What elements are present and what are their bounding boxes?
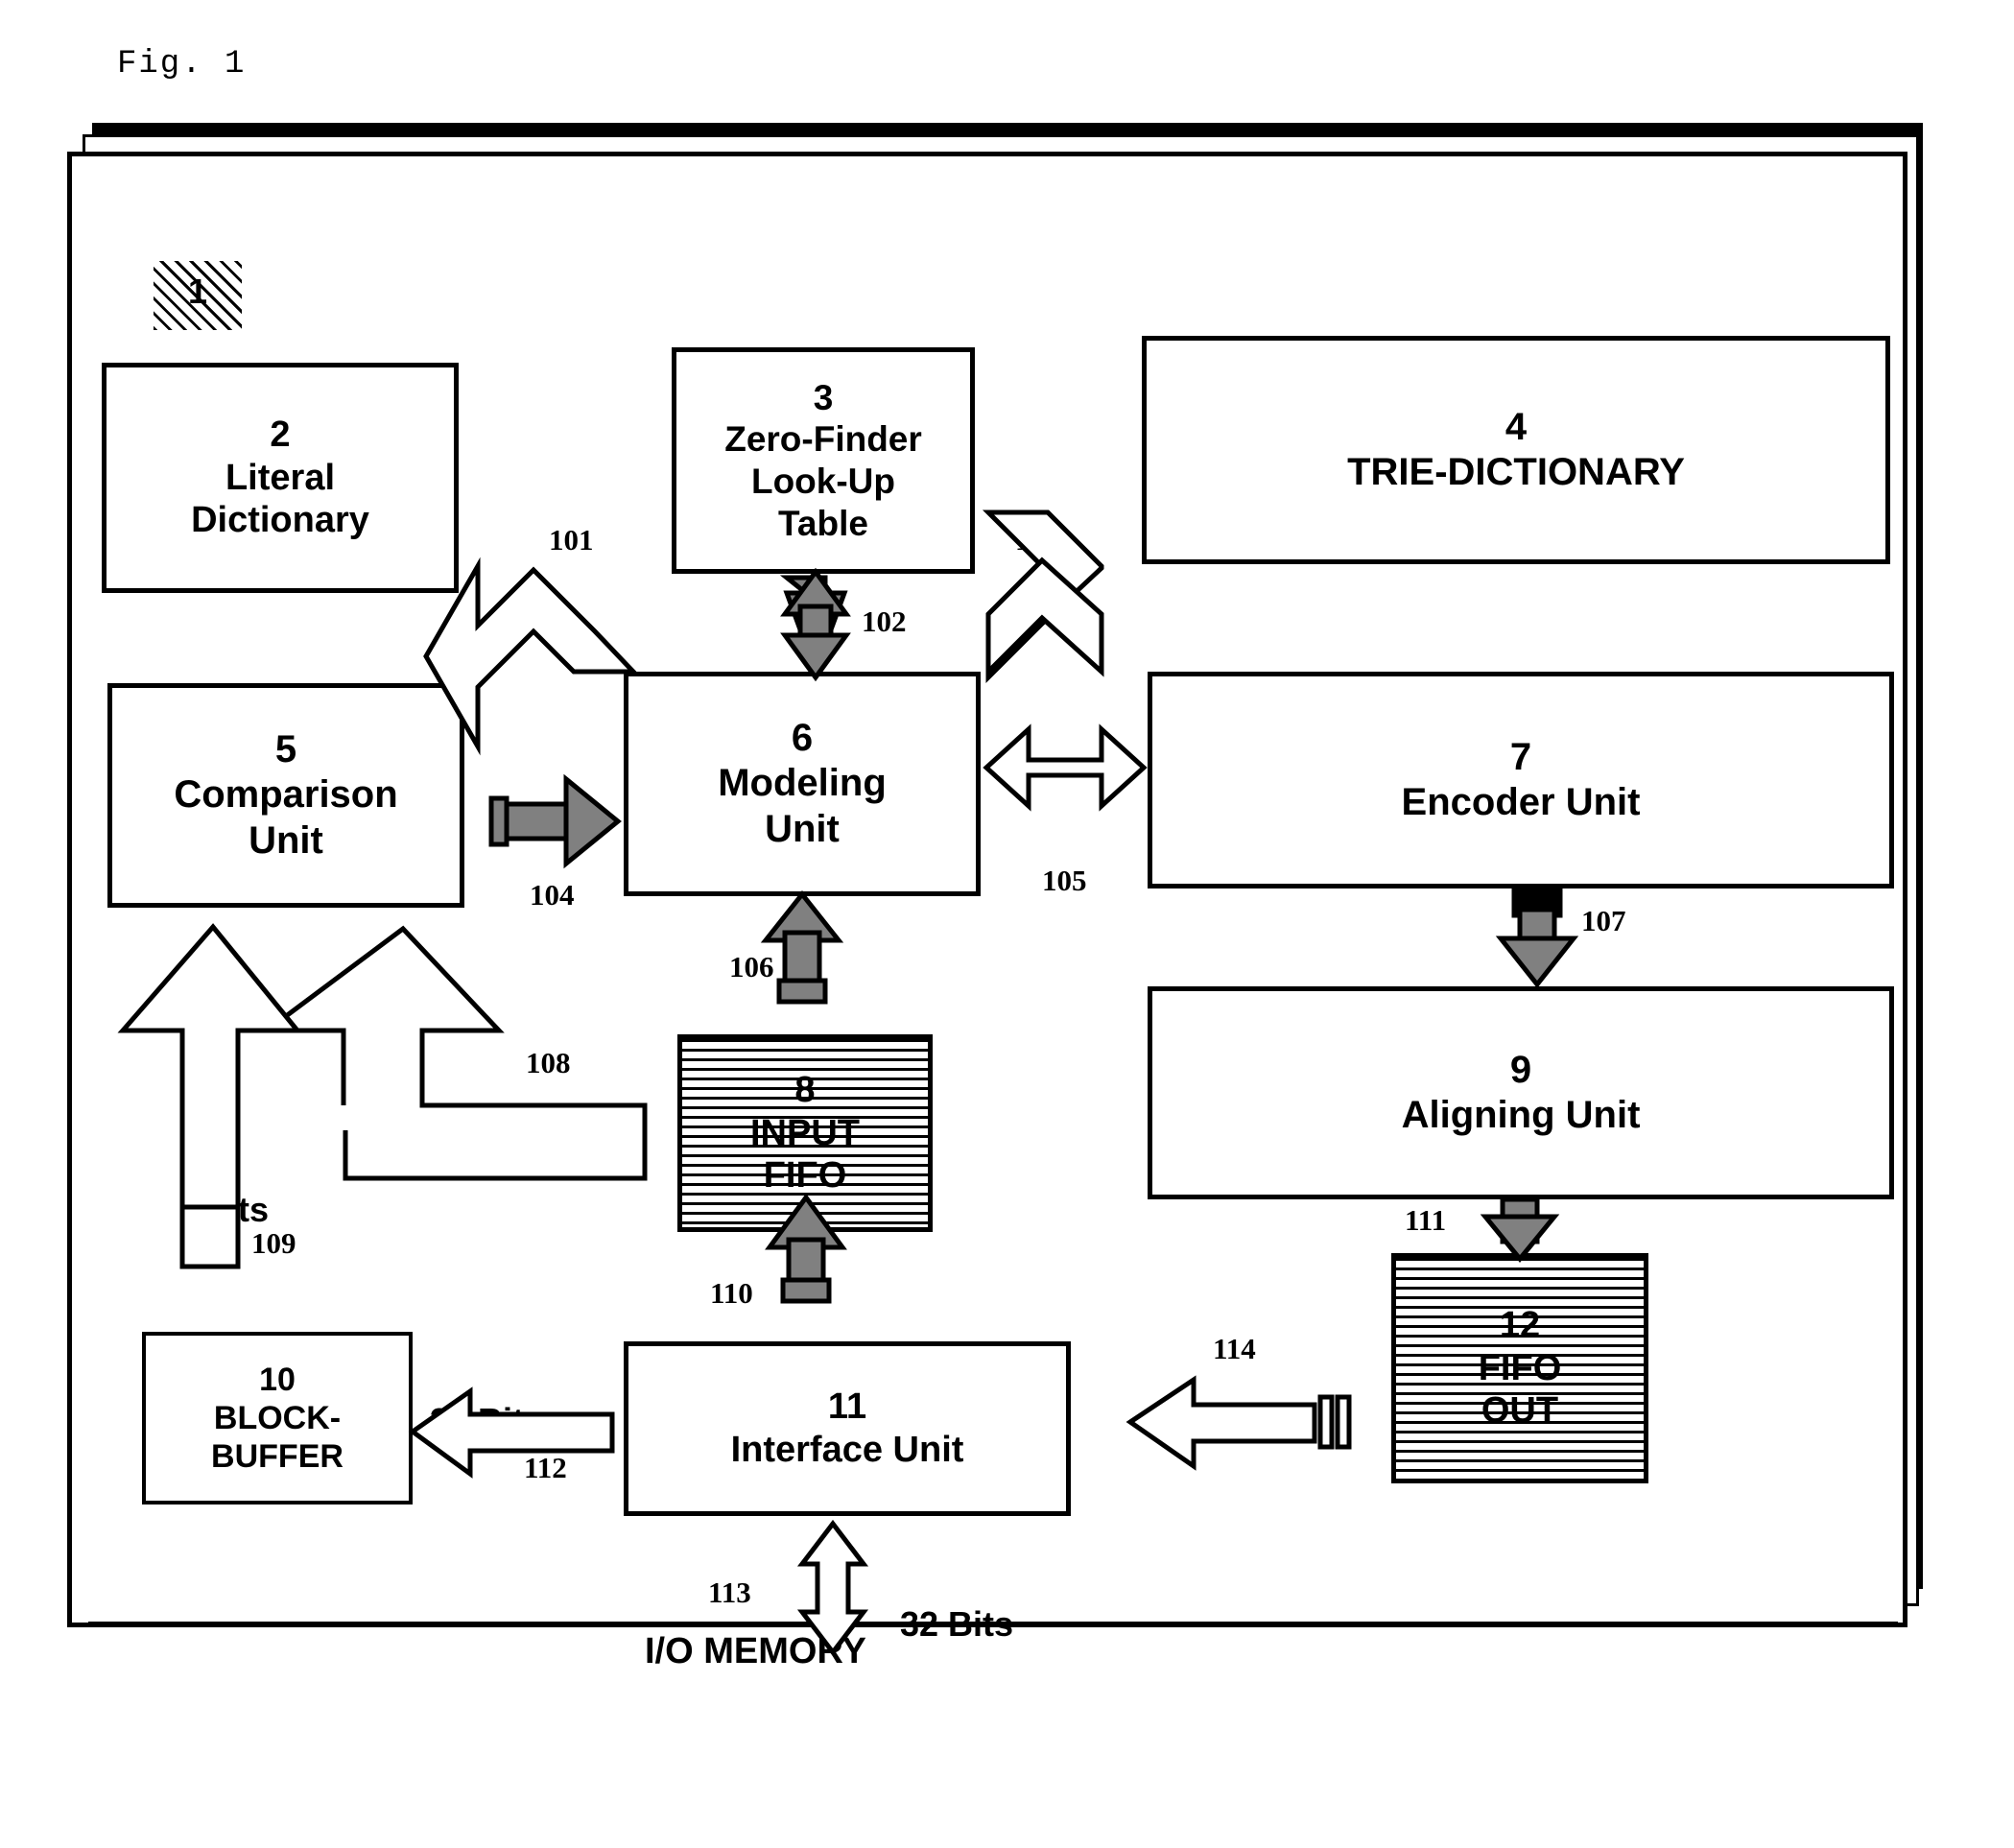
block-modeling-unit[interactable]: 6 Modeling Unit [624,672,981,896]
block-comparison-unit[interactable]: 5 Comparison Unit [107,683,464,908]
block-label-input-fifo: INPUT FIFO [750,1112,860,1196]
bus-label-112: 32 Bits [430,1401,544,1440]
ref-label-105: 105 [1042,864,1087,897]
ref-label-108: 108 [526,1046,571,1079]
block-literal-dictionary[interactable]: 2 Literal Dictionary [102,363,459,593]
block-zero-finder-lut[interactable]: 3 Zero-Finder Look-Up Table [672,347,975,574]
ref-label-110: 110 [710,1276,753,1310]
block-fifo-out[interactable]: 12 FIFO OUT [1391,1253,1648,1483]
block-number-8: 8 [794,1069,816,1110]
block-input-fifo[interactable]: 8 INPUT FIFO [677,1034,933,1232]
bus-label-109-width: 32 [197,1226,236,1266]
block-trie-dictionary[interactable]: 4 TRIE-DICTIONARY [1142,336,1890,564]
block-block-buffer[interactable]: 10 BLOCK- BUFFER [142,1332,413,1504]
block-label-encoder-unit: Encoder Unit [1401,781,1641,823]
block-label-interface-unit: Interface Unit [730,1430,964,1470]
block-label-zero-finder-lut: Zero-Finder Look-Up Table [724,419,922,543]
ref-label-111: 111 [1405,1203,1447,1237]
block-label-block-buffer: BLOCK- BUFFER [211,1399,344,1476]
block-number-5: 5 [274,728,297,771]
ref-label-109: 109 [251,1226,296,1260]
io-memory-label: I/O MEMORY [645,1631,866,1671]
ref-label-114: 114 [1213,1332,1256,1365]
ref-label-102: 102 [862,604,907,638]
block-number-9: 9 [1509,1048,1532,1091]
ref-label-104: 104 [530,878,575,912]
block-aligning-unit[interactable]: 9 Aligning Unit [1148,986,1894,1199]
ref-label-106: 106 [729,950,774,983]
block-number-3: 3 [813,377,834,417]
block-encoder-unit[interactable]: 7 Encoder Unit [1148,672,1894,888]
block-label-aligning-unit: Aligning Unit [1401,1094,1641,1136]
figure-caption: Fig. 1 [117,46,247,83]
bus-label-113: 32 Bits [900,1604,1014,1644]
block-label-literal-dictionary: Literal Dictionary [191,457,369,541]
block-label-fifo-out: FIFO OUT [1478,1347,1562,1432]
bus-label-108: 32 Bits [441,1111,556,1150]
block-number-1: 1 [187,272,208,311]
block-number-2: 2 [270,414,291,455]
block-number-7: 7 [1509,735,1532,778]
block-number-11: 11 [827,1386,867,1428]
ref-label-101: 101 [549,523,594,557]
block-interface-unit[interactable]: 11 Interface Unit [624,1341,1071,1516]
block-label-modeling-unit: Modeling Unit [718,762,887,850]
ref-label-113: 113 [708,1576,751,1609]
block-number-6: 6 [791,717,814,760]
block-number-4: 4 [1505,405,1528,448]
ref-label-112: 112 [524,1451,567,1484]
bus-label-109-bits: Bits [203,1190,270,1229]
block-label-comparison-unit: Comparison Unit [174,773,398,862]
block-label-trie-dictionary: TRIE-DICTIONARY [1347,451,1685,493]
ref-label-107: 107 [1581,904,1626,937]
ref-label-103: 103 [1015,523,1060,557]
block-number-10: 10 [259,1361,296,1398]
block-number-12: 12 [1499,1304,1541,1345]
